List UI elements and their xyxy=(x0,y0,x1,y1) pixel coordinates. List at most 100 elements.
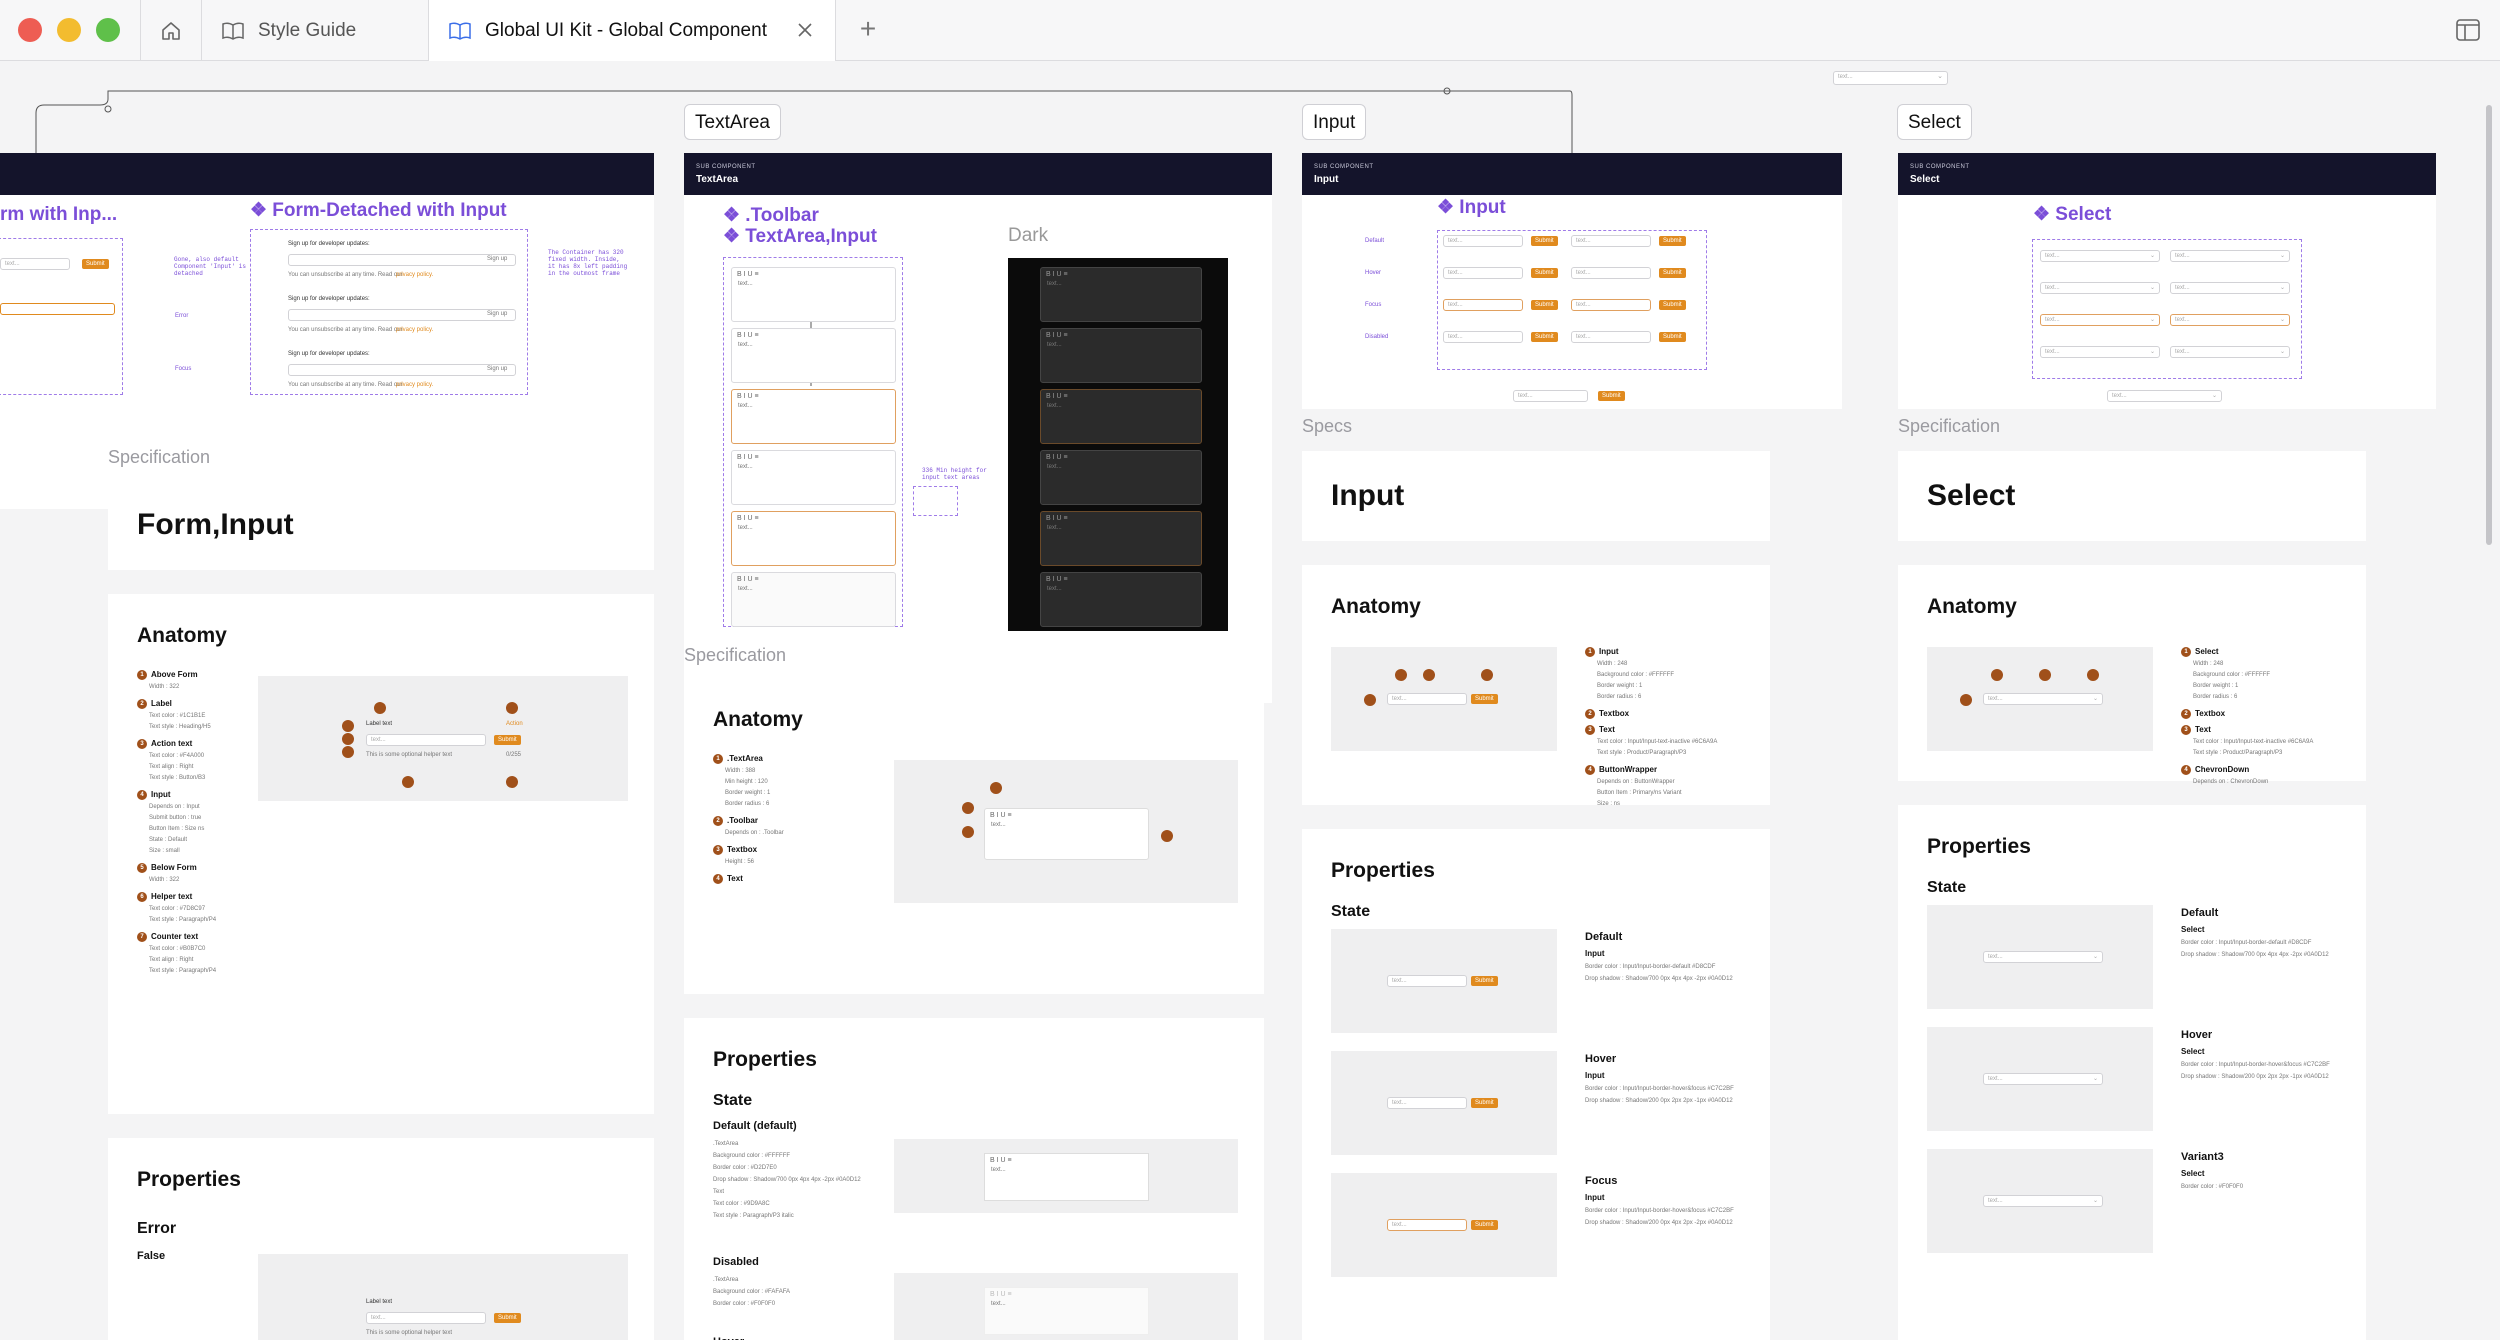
frame-title: Select xyxy=(1910,174,1940,185)
textarea-variant[interactable]: B I U ≡ text... xyxy=(731,328,896,383)
home-tab[interactable] xyxy=(141,0,201,61)
toolbar: B I U ≡ xyxy=(737,576,759,583)
select-state-preview: text... ⌄ xyxy=(1927,1149,2153,1253)
input-variant[interactable]: text... xyxy=(1571,267,1651,279)
state-detail: Drop shadow : Shadow/200 0px 2px 2px -1p… xyxy=(2181,1074,2329,1080)
form-anatomy-preview: Label text Action text... Submit This is… xyxy=(258,676,628,801)
select-variant[interactable]: text... ⌄ xyxy=(2040,250,2160,262)
select-variant[interactable]: text... ⌄ xyxy=(2170,282,2290,294)
input-variant[interactable]: text... xyxy=(1443,299,1523,311)
close-window-button[interactable] xyxy=(18,18,42,42)
book-icon xyxy=(222,21,244,40)
select-spec-title-card: Select xyxy=(1898,451,2366,541)
signup-input[interactable] xyxy=(288,254,516,266)
privacy-link[interactable]: privacy policy. xyxy=(396,327,433,333)
submit-button[interactable]: Submit xyxy=(1659,300,1686,310)
input-variant[interactable]: text... xyxy=(1571,331,1651,343)
submit-button[interactable]: Submit xyxy=(1598,391,1625,401)
select-placeholder: text... xyxy=(2175,253,2190,259)
canvas-select[interactable]: text... ⌄ xyxy=(1833,71,1948,85)
toolbar-title: ❖ .Toolbar xyxy=(723,205,819,226)
close-tab-icon[interactable] xyxy=(797,22,813,38)
tab-global-ui-kit[interactable]: Global UI Kit - Global Component xyxy=(428,0,836,61)
input-variant[interactable]: text... xyxy=(1571,299,1651,311)
submit-button[interactable]: Submit xyxy=(1659,332,1686,342)
frame-label-input[interactable]: Input xyxy=(1302,104,1367,140)
select-variant[interactable]: text... ⌄ xyxy=(2170,250,2290,262)
input-properties-heading: Properties xyxy=(1331,859,1435,882)
textarea-placeholder: text... xyxy=(738,342,753,348)
anatomy-number-badge: 4 xyxy=(713,874,723,884)
textarea-variant[interactable]: B I U ≡ text... xyxy=(731,267,896,322)
title-bar: Style Guide Global UI Kit - Global Compo… xyxy=(0,0,2500,61)
signup-button[interactable]: Sign up xyxy=(487,256,507,262)
textarea-placeholder: text... xyxy=(738,281,753,287)
form-spec-title-card: Form,Input xyxy=(108,480,654,570)
textarea-variant[interactable]: B I U ≡ text... xyxy=(731,389,896,444)
textarea-dark-variant[interactable]: B I U ≡ text... xyxy=(1040,328,1202,383)
minimize-window-button[interactable] xyxy=(57,18,81,42)
state-detail: Drop shadow : Shadow/200 0px 4px 2px -2p… xyxy=(1585,1220,1733,1226)
ta-state-detail: .TextArea xyxy=(713,1277,739,1283)
textarea-input-title: ❖ TextArea,Input xyxy=(723,226,877,247)
submit-button[interactable]: Submit xyxy=(1531,236,1558,246)
ta-state-title: Disabled xyxy=(713,1256,759,1268)
select-placeholder: text... xyxy=(2045,349,2060,355)
textarea-frame-header: SUB COMPONENT TextArea xyxy=(684,153,1272,195)
privacy-link[interactable]: privacy policy. xyxy=(396,272,433,278)
signup-button[interactable]: Sign up xyxy=(487,366,507,372)
textarea-variant[interactable]: B I U ≡ text... xyxy=(731,450,896,505)
anatomy-item-detail: Text color : #7D8C97 xyxy=(149,906,206,912)
sidebar-toggle-icon[interactable] xyxy=(2456,19,2480,41)
signup-button[interactable]: Sign up xyxy=(487,311,507,317)
select-standalone[interactable]: text... ⌄ xyxy=(2107,390,2222,402)
anatomy-item-detail: Text color : #B0B7C0 xyxy=(149,946,206,952)
anatomy-item-name: Input xyxy=(151,790,171,800)
input-standalone[interactable]: text... xyxy=(1513,390,1588,402)
textarea-dark-variant[interactable]: B I U ≡ text... xyxy=(1040,267,1202,322)
submit-button[interactable]: Submit xyxy=(1659,236,1686,246)
signup-input[interactable] xyxy=(288,364,516,376)
state-label: Hover xyxy=(1365,270,1382,276)
textarea-variant[interactable]: B I U ≡ text... xyxy=(731,511,896,566)
textarea-dark-variant[interactable]: B I U ≡ text... xyxy=(1040,389,1202,444)
toolbar: B I U ≡ xyxy=(737,271,759,278)
input-variant[interactable]: text... xyxy=(1443,267,1523,279)
submit-button[interactable]: Submit xyxy=(1531,300,1558,310)
input-variant[interactable]: text... xyxy=(1571,235,1651,247)
form-input-error[interactable] xyxy=(0,303,115,315)
frame-label-select[interactable]: Select xyxy=(1897,104,1972,140)
select-variant[interactable]: text... ⌄ xyxy=(2170,314,2290,326)
input-variant[interactable]: text... xyxy=(1443,235,1523,247)
textarea-dark-variant[interactable]: B I U ≡ text... xyxy=(1040,572,1202,627)
frame-label-textarea[interactable]: TextArea xyxy=(684,104,781,140)
vertical-scrollbar[interactable] xyxy=(2486,105,2492,545)
maximize-window-button[interactable] xyxy=(96,18,120,42)
textarea-dark-variant[interactable]: B I U ≡ text... xyxy=(1040,450,1202,505)
submit-button[interactable]: Submit xyxy=(1531,268,1558,278)
frame-title: TextArea xyxy=(696,174,739,185)
submit-button[interactable]: Submit xyxy=(1659,268,1686,278)
signup-input[interactable] xyxy=(288,309,516,321)
privacy-link[interactable]: privacy policy. xyxy=(396,382,433,388)
tab-label: Style Guide xyxy=(258,19,357,41)
select-placeholder: text... xyxy=(1988,954,2003,960)
new-tab-button[interactable]: + xyxy=(850,0,886,61)
select-variant[interactable]: text... ⌄ xyxy=(2040,346,2160,358)
anatomy-number-badge: 2 xyxy=(137,699,147,709)
state-component-name: Input xyxy=(1585,1071,1605,1080)
submit-button[interactable]: Submit xyxy=(1531,332,1558,342)
form-input[interactable]: text... xyxy=(0,258,70,270)
submit-button[interactable]: Submit xyxy=(82,259,109,269)
submit-button: Submit xyxy=(1471,694,1498,704)
tab-style-guide[interactable]: Style Guide xyxy=(202,0,428,61)
input-variant[interactable]: text... xyxy=(1443,331,1523,343)
textarea-dark-variant[interactable]: B I U ≡ text... xyxy=(1040,511,1202,566)
select-variant[interactable]: text... ⌄ xyxy=(2170,346,2290,358)
unsubscribe-text: You can unsubscribe at any time. Read ou… xyxy=(288,327,403,333)
select-variant[interactable]: text... ⌄ xyxy=(2040,282,2160,294)
state-title: Hover xyxy=(2181,1029,2213,1041)
select-variant[interactable]: text... ⌄ xyxy=(2040,314,2160,326)
textarea-variant[interactable]: B I U ≡ text... xyxy=(731,572,896,627)
design-canvas[interactable]: text... ⌄ TextArea Input Select rm with I… xyxy=(0,61,2500,1340)
